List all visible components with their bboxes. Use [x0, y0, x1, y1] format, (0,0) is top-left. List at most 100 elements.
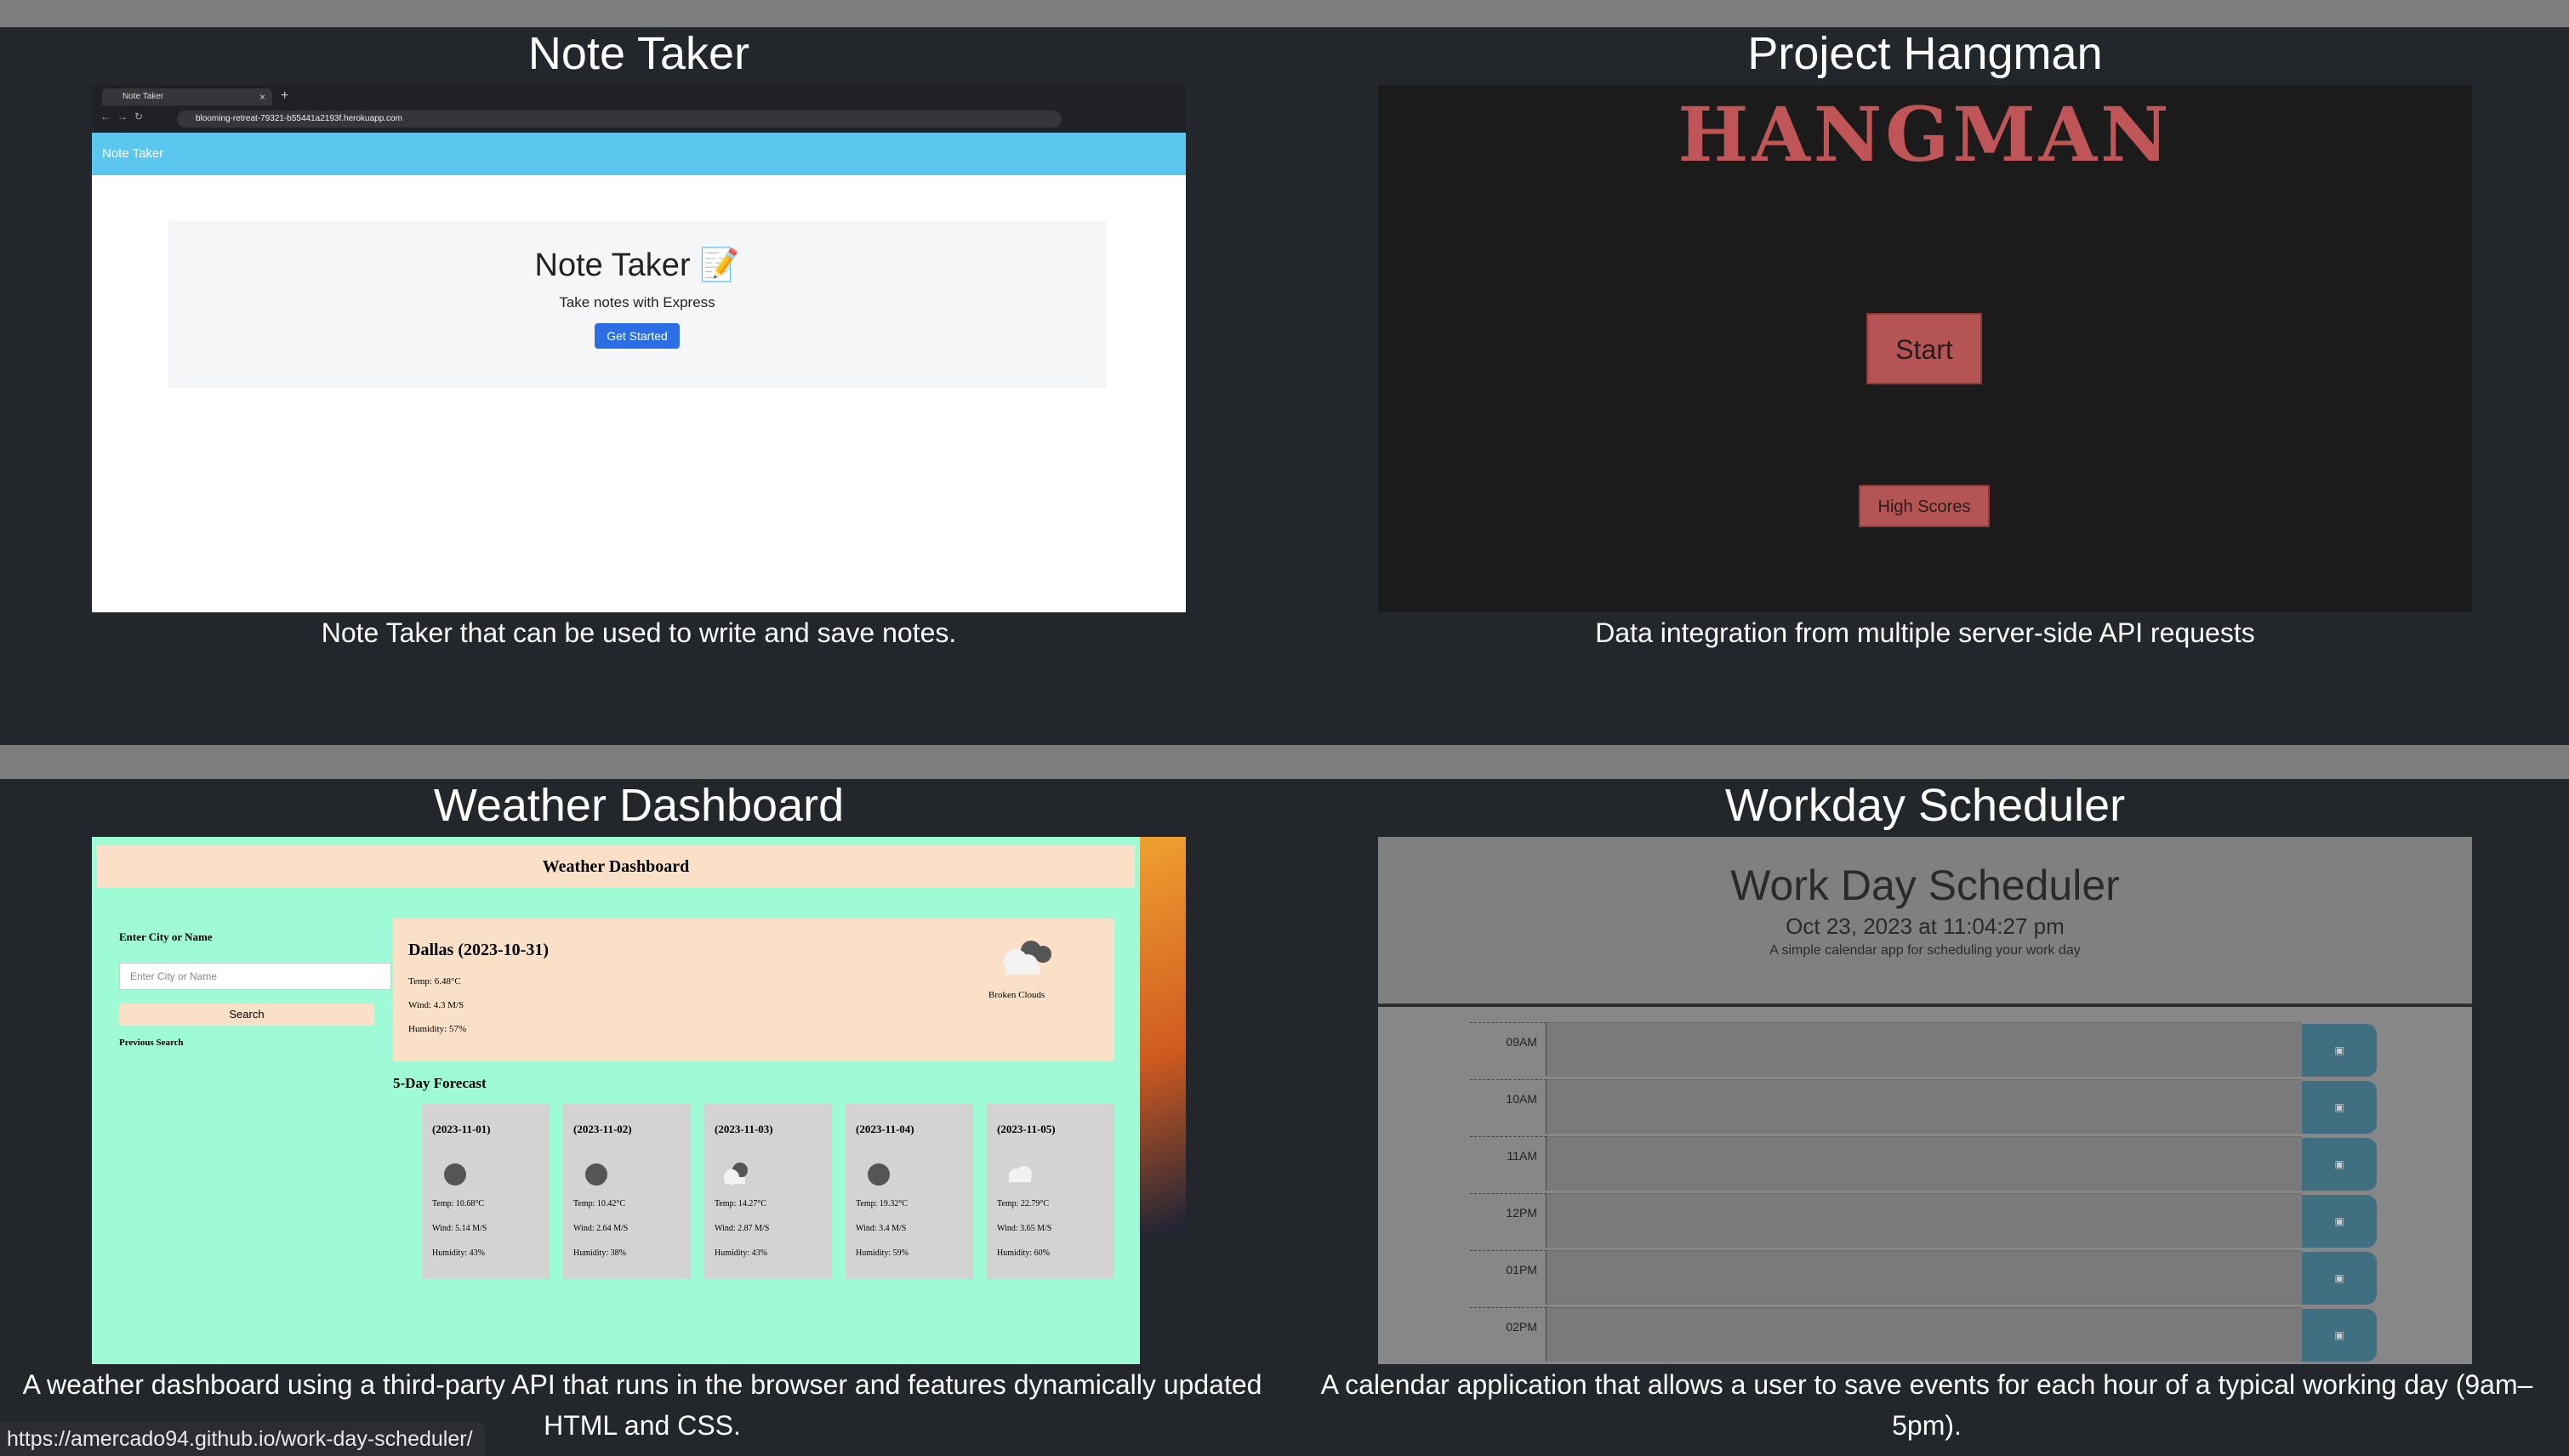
forecast-temp: Temp: 10.42°C — [573, 1199, 626, 1209]
current-temp: Temp: 6.48°C — [408, 976, 461, 987]
forecast-wind: Wind: 3.65 M/S — [997, 1224, 1052, 1233]
partly-cloudy-icon — [724, 1163, 748, 1185]
forecast-date: (2023-11-05) — [997, 1123, 1056, 1135]
weather-icon — [444, 1163, 466, 1186]
forecast-heading: 5-Day Forecast — [393, 1075, 487, 1091]
start-button[interactable]: Start — [1866, 313, 1982, 384]
project-description-hangman: Data integration from multiple server-si… — [1595, 617, 2255, 648]
previous-search-label: Previous Search — [119, 1038, 184, 1048]
event-textarea[interactable] — [1547, 1250, 2302, 1305]
current-date: Oct 23, 2023 at 11:04:27 pm — [1786, 913, 2065, 939]
forecast-humidity: Humidity: 60% — [997, 1248, 1050, 1258]
note-taker-page: Note Taker 📝 Take notes with Express Get… — [92, 175, 1186, 612]
project-title-note-taker: Note Taker — [527, 28, 750, 79]
high-scores-button[interactable]: High Scores — [1859, 485, 1990, 527]
note-taker-subheading: Take notes with Express — [559, 294, 715, 310]
save-icon[interactable]: ▣ — [2302, 1195, 2377, 1248]
note-taker-screenshot[interactable]: Note Taker × + ←→↻ blooming-retreat-79321… — [92, 85, 1186, 612]
forecast-date: (2023-11-01) — [432, 1123, 491, 1135]
browser-nav-icons[interactable]: ←→↻ — [100, 111, 150, 122]
forecast-date: (2023-11-04) — [856, 1123, 914, 1135]
hangman-logo: HANGMAN — [1678, 90, 2173, 179]
hour-label: 10AM — [1470, 1079, 1547, 1134]
forecast-temp: Temp: 19.32°C — [856, 1199, 909, 1209]
middle-separator — [0, 745, 2569, 779]
note-taker-navbar: Note Taker — [92, 133, 1186, 175]
forecast-wind: Wind: 3.4 M/S — [856, 1224, 907, 1233]
current-city: Dallas (2023-10-31) — [408, 941, 549, 959]
weather-screenshot[interactable]: Weather Dashboard Enter City or Name Ent… — [92, 837, 1140, 1364]
scheduler-tagline: A simple calendar app for scheduling you… — [1769, 943, 2081, 958]
city-search-label: Enter City or Name — [119, 930, 213, 943]
weather-wallpaper-edge — [1140, 837, 1186, 1233]
event-textarea[interactable] — [1547, 1079, 2302, 1134]
forecast-humidity: Humidity: 38% — [573, 1248, 626, 1258]
hour-label: 09AM — [1470, 1022, 1547, 1077]
city-search-input[interactable]: Enter City or Name — [119, 963, 391, 990]
time-block: 09AM ▣ — [1470, 1022, 2377, 1077]
forecast-card: (2023-11-05) Temp: 22.79°C Wind: 3.65 M/… — [987, 1104, 1114, 1279]
forecast-humidity: Humidity: 43% — [715, 1248, 767, 1258]
time-block: 12PM ▣ — [1470, 1193, 2377, 1248]
event-textarea[interactable] — [1547, 1136, 2302, 1191]
time-block: 02PM ▣ — [1470, 1307, 2377, 1362]
browser-tab[interactable]: Note Taker × — [102, 88, 272, 105]
forecast-temp: Temp: 22.79°C — [997, 1199, 1050, 1209]
get-started-button[interactable]: Get Started — [595, 323, 680, 349]
time-block: 11AM ▣ — [1470, 1136, 2377, 1191]
address-bar[interactable]: blooming-retreat-79321-b55441a2193f.hero… — [177, 111, 1062, 128]
save-icon[interactable]: ▣ — [2302, 1309, 2377, 1362]
time-block: 10AM ▣ — [1470, 1079, 2377, 1134]
scheduler-heading: Work Day Scheduler — [1730, 862, 2120, 909]
search-button[interactable]: Search — [119, 1004, 374, 1026]
project-description-note-taker: Note Taker that can be used to write and… — [321, 617, 957, 648]
weather-icon — [868, 1163, 890, 1186]
forecast-card: (2023-11-03) Temp: 14.27°C Wind: 2.87 M/… — [704, 1104, 832, 1279]
hour-label: 01PM — [1470, 1250, 1547, 1305]
current-weather-card: Dallas (2023-10-31) Temp: 6.48°C Wind: 4… — [393, 919, 1114, 1061]
tab-label: Note Taker — [122, 92, 164, 101]
scheduler-header: Work Day Scheduler Oct 23, 2023 at 11:04… — [1378, 837, 2472, 1007]
event-textarea[interactable] — [1547, 1022, 2302, 1077]
time-block: 01PM ▣ — [1470, 1250, 2377, 1305]
hour-label: 12PM — [1470, 1193, 1547, 1248]
save-icon[interactable]: ▣ — [2302, 1024, 2377, 1077]
event-textarea[interactable] — [1547, 1193, 2302, 1248]
schedule-rows: 09AM ▣ 10AM ▣ 11AM ▣ 12PM ▣ 01PM ▣ 02PM … — [1378, 1007, 2472, 1364]
new-tab-icon[interactable]: + — [281, 88, 288, 104]
project-description-scheduler: A calendar application that allows a use… — [1320, 1369, 2533, 1441]
note-taker-jumbotron: Note Taker 📝 Take notes with Express Get… — [168, 221, 1106, 388]
hour-label: 11AM — [1470, 1136, 1547, 1191]
forecast-card: (2023-11-04) Temp: 19.32°C Wind: 3.4 M/S… — [846, 1104, 973, 1279]
weather-icon — [585, 1163, 607, 1186]
hangman-screenshot[interactable]: HANGMAN Start High Scores — [1378, 85, 2472, 612]
project-title-scheduler: Workday Scheduler — [1724, 780, 2126, 831]
current-humidity: Humidity: 57% — [408, 1024, 467, 1034]
current-wind: Wind: 4.3 M/S — [408, 1000, 464, 1010]
forecast-temp: Temp: 10.68°C — [432, 1199, 485, 1209]
save-icon[interactable]: ▣ — [2302, 1081, 2377, 1134]
top-separator — [0, 0, 2569, 27]
forecast-card: (2023-11-02) Temp: 10.42°C Wind: 2.64 M/… — [563, 1104, 691, 1279]
current-condition: Broken Clouds — [988, 990, 1045, 1000]
close-icon[interactable]: × — [259, 88, 265, 105]
scheduler-screenshot[interactable]: Work Day Scheduler Oct 23, 2023 at 11:04… — [1378, 837, 2472, 1364]
forecast-date: (2023-11-02) — [573, 1123, 632, 1135]
project-title-hangman: Project Hangman — [1747, 28, 2103, 79]
project-title-weather: Weather Dashboard — [433, 780, 845, 831]
broken-clouds-icon — [1004, 941, 1051, 975]
forecast-wind: Wind: 5.14 M/S — [432, 1224, 487, 1233]
forecast-wind: Wind: 2.87 M/S — [715, 1224, 770, 1233]
weather-header: Weather Dashboard — [97, 845, 1135, 888]
link-preview-status: https://amercado94.github.io/work-day-sc… — [0, 1422, 485, 1456]
cloud-icon — [1009, 1166, 1032, 1182]
forecast-humidity: Humidity: 43% — [432, 1248, 485, 1258]
save-icon[interactable]: ▣ — [2302, 1252, 2377, 1305]
event-textarea[interactable] — [1547, 1307, 2302, 1362]
forecast-wind: Wind: 2.64 M/S — [573, 1224, 629, 1233]
note-taker-heading: Note Taker 📝 — [534, 247, 740, 283]
hour-label: 02PM — [1470, 1307, 1547, 1362]
forecast-date: (2023-11-03) — [715, 1123, 773, 1135]
forecast-temp: Temp: 14.27°C — [715, 1199, 767, 1209]
save-icon[interactable]: ▣ — [2302, 1138, 2377, 1191]
